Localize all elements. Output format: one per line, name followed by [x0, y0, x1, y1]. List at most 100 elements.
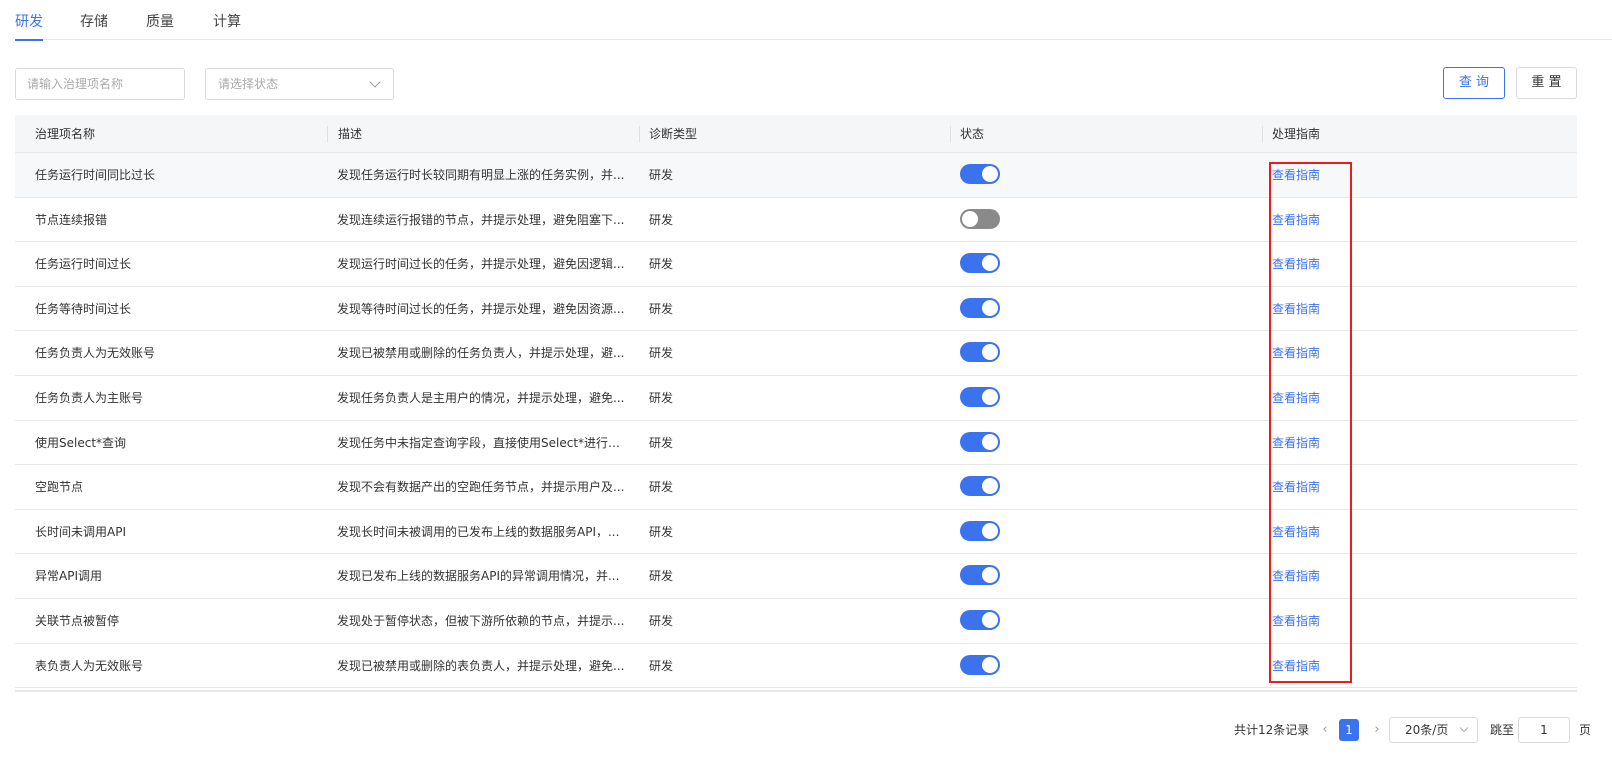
chevron-right-icon[interactable]: › [1370, 716, 1384, 744]
status-toggle[interactable] [960, 253, 1000, 274]
governance-item-description: 发现运行时间过长的任务，并提示处理，避免因逻辑... [337, 257, 625, 272]
page-unit-label: 页 [1579, 723, 1592, 737]
tab-storage[interactable]: 存储 [80, 0, 108, 40]
governance-item-name: 节点连续报错 [35, 212, 108, 227]
governance-item-description: 发现不会有数据产出的空跑任务节点，并提示用户及... [337, 480, 625, 495]
query-button[interactable]: 查 询 [1443, 67, 1505, 99]
toggle-knob [982, 344, 998, 361]
view-guide-link[interactable]: 查看指南 [1272, 242, 1392, 286]
diagnosis-type: 研发 [649, 301, 674, 316]
total-records: 共计12条记录 [1234, 723, 1310, 737]
governance-item-name: 任务运行时间同比过长 [35, 168, 156, 182]
table-row: 长时间未调用API 发现长时间未被调用的已发布上线的数据服务API，... 研发 查看… [15, 510, 1577, 555]
table-row: 异常API调用 发现已发布上线的数据服务API的异常调用情况，并... 研发 查看指南 [15, 554, 1577, 599]
tab-research[interactable]: 研发 [15, 0, 43, 41]
status-select[interactable]: 请选择状态 [205, 68, 394, 100]
view-guide-link[interactable]: 查看指南 [1272, 554, 1392, 598]
toggle-knob [962, 210, 978, 227]
header-description: 描述 [338, 127, 363, 141]
status-toggle[interactable] [960, 386, 1000, 407]
status-toggle[interactable] [960, 565, 1000, 586]
governance-item-description: 发现任务中未指定查询字段，直接使用Select*进行查... [337, 435, 627, 450]
table-row: 任务运行时间同比过长 发现任务运行时长较同期有明显上涨的任务实例，并... 研发 查看… [15, 153, 1577, 198]
diagnosis-type: 研发 [649, 524, 674, 539]
diagnosis-type: 研发 [649, 390, 674, 405]
page-size-value: 20条/页 [1405, 723, 1449, 737]
table-row: 关联节点被暂停 发现处于暂停状态，但被下游所依赖的节点，并提示... 研发 查看指南 [15, 599, 1577, 644]
column-divider [950, 126, 951, 142]
status-toggle[interactable] [960, 476, 1000, 497]
toggle-knob [982, 567, 998, 584]
diagnosis-type: 研发 [649, 257, 674, 272]
status-toggle[interactable] [960, 654, 1000, 675]
status-toggle[interactable] [960, 520, 1000, 541]
diagnosis-type: 研发 [649, 480, 674, 495]
toggle-knob [982, 478, 998, 495]
column-divider [639, 126, 640, 142]
tab-quality[interactable]: 质量 [146, 0, 174, 40]
view-guide-link[interactable]: 查看指南 [1272, 287, 1392, 331]
table-row: 表负责人为无效账号 发现已被禁用或删除的表负责人，并提示处理，避免... 研发 查看指… [15, 644, 1577, 689]
reset-button[interactable]: 重 置 [1516, 67, 1577, 99]
governance-table: 治理项名称 描述 诊断类型 状态 处理指南 任务运行时间同比过长 发现任务运行时长… [15, 115, 1577, 689]
jump-page-input[interactable] [1518, 717, 1570, 743]
header-guide: 处理指南 [1272, 127, 1321, 141]
governance-item-description: 发现连续运行报错的节点，并提示处理，避免阻塞下... [337, 212, 625, 227]
governance-item-description: 发现已发布上线的数据服务API的异常调用情况，并... [337, 569, 620, 584]
table-row: 任务运行时间过长 发现运行时间过长的任务，并提示处理，避免因逻辑... 研发 查看指南 [15, 242, 1577, 287]
status-toggle[interactable] [960, 342, 1000, 363]
toggle-knob [982, 166, 998, 182]
table-body: 任务运行时间同比过长 发现任务运行时长较同期有明显上涨的任务实例，并... 研发 查看… [15, 153, 1577, 689]
governance-item-name: 异常API调用 [35, 569, 102, 584]
status-toggle[interactable] [960, 297, 1000, 318]
chevron-down-icon [369, 76, 381, 88]
diagnosis-type: 研发 [649, 658, 674, 673]
chevron-left-icon[interactable]: ‹ [1318, 716, 1332, 744]
name-search-input[interactable] [15, 68, 185, 100]
governance-item-description: 发现已被禁用或删除的任务负责人，并提示处理，避... [337, 346, 625, 361]
header-status: 状态 [960, 127, 985, 141]
governance-item-name: 任务等待时间过长 [35, 301, 132, 316]
diagnosis-type: 研发 [649, 569, 674, 584]
view-guide-link[interactable]: 查看指南 [1272, 599, 1392, 643]
view-guide-link[interactable]: 查看指南 [1272, 510, 1392, 554]
governance-item-description: 发现任务运行时长较同期有明显上涨的任务实例，并... [337, 168, 625, 182]
toggle-knob [982, 433, 998, 450]
view-guide-link[interactable]: 查看指南 [1272, 376, 1392, 420]
view-guide-link[interactable]: 查看指南 [1272, 198, 1392, 242]
header-diagnosis-type: 诊断类型 [649, 127, 698, 141]
view-guide-link[interactable]: 查看指南 [1272, 331, 1392, 375]
diagnosis-type: 研发 [649, 435, 674, 450]
column-divider [1262, 126, 1263, 142]
jump-label: 跳至 [1490, 723, 1515, 737]
status-toggle[interactable] [960, 208, 1000, 229]
view-guide-link[interactable]: 查看指南 [1272, 465, 1392, 509]
toggle-knob [982, 255, 998, 272]
governance-item-name: 任务运行时间过长 [35, 257, 132, 272]
chevron-down-icon [1459, 723, 1469, 733]
diagnosis-type: 研发 [649, 346, 674, 361]
view-guide-link[interactable]: 查看指南 [1272, 644, 1392, 688]
table-row: 任务负责人为主账号 发现任务负责人是主用户的情况，并提示处理，避免... 研发 查看指… [15, 376, 1577, 421]
governance-item-description: 发现已被禁用或删除的表负责人，并提示处理，避免... [337, 658, 625, 673]
view-guide-link[interactable]: 查看指南 [1272, 421, 1392, 465]
tab-compute[interactable]: 计算 [213, 0, 241, 40]
header-name: 治理项名称 [35, 127, 96, 141]
table-row: 任务等待时间过长 发现等待时间过长的任务，并提示处理，避免因资源... 研发 查看指南 [15, 287, 1577, 332]
table-bottom-border [15, 690, 1577, 692]
governance-item-name: 使用Select*查询 [35, 435, 127, 450]
governance-item-name: 空跑节点 [35, 480, 84, 495]
status-toggle[interactable] [960, 431, 1000, 452]
status-toggle[interactable] [960, 609, 1000, 630]
toggle-knob [982, 611, 998, 628]
page-size-select[interactable]: 20条/页 [1389, 717, 1478, 743]
status-select-placeholder: 请选择状态 [218, 77, 279, 91]
diagnosis-type: 研发 [649, 613, 674, 628]
governance-item-name: 长时间未调用API [35, 524, 126, 539]
page-number-current[interactable]: 1 [1339, 719, 1359, 741]
status-toggle[interactable] [960, 164, 1000, 184]
tab-bar: 研发 存储 质量 计算 [15, 0, 1612, 41]
table-row: 节点连续报错 发现连续运行报错的节点，并提示处理，避免阻塞下... 研发 查看指南 [15, 198, 1577, 243]
view-guide-link[interactable]: 查看指南 [1272, 153, 1392, 197]
diagnosis-type: 研发 [649, 212, 674, 227]
